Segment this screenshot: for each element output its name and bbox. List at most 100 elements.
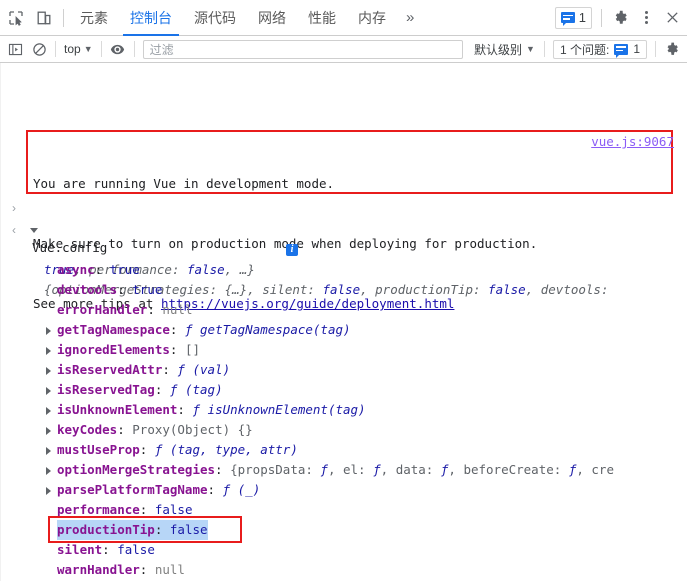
function-symbol: ƒ <box>222 482 231 497</box>
object-property-row[interactable]: parsePlatformTagName: ƒ (_) <box>0 480 687 500</box>
console-messages-area[interactable]: You are running Vue in development mode.… <box>0 63 687 581</box>
expand-triangle[interactable] <box>46 360 54 380</box>
property-colon: : <box>207 482 216 497</box>
tab-network-label: 网络 <box>258 9 286 26</box>
function-symbol: ƒ <box>177 362 185 377</box>
expand-triangle[interactable] <box>46 480 54 500</box>
property-colon: : <box>215 462 223 477</box>
property-colon: : <box>169 322 178 337</box>
more-vertical-icon[interactable] <box>633 4 659 32</box>
tab-memory[interactable]: 内存 <box>347 0 397 36</box>
object-property-row[interactable]: isUnknownElement: ƒ isUnknownElement(tag… <box>0 400 687 420</box>
toolbar-divider-5 <box>655 41 656 57</box>
clear-console-icon[interactable] <box>27 37 51 61</box>
property-entry: isReservedAttr: ƒ (val) <box>57 360 230 380</box>
object-property-row[interactable]: ignoredElements: [] <box>0 340 687 360</box>
tab-overflow-button[interactable]: » <box>397 9 423 26</box>
property-colon: : <box>94 262 103 277</box>
tab-sources[interactable]: 源代码 <box>183 0 247 36</box>
expand-triangle-open[interactable] <box>30 222 41 242</box>
property-value: false <box>117 542 155 557</box>
gear-icon-2[interactable] <box>660 37 684 61</box>
expand-triangle[interactable] <box>46 400 54 420</box>
input-arrow-icon: › <box>12 201 16 215</box>
toolbar-divider-4 <box>543 41 545 57</box>
execution-context-value: top <box>64 42 81 56</box>
console-command-row: › Vue.config <box>0 198 687 255</box>
property-entry: keyCodes: Proxy(Object) {} <box>57 420 253 440</box>
expand-triangle[interactable] <box>46 440 54 460</box>
issues-badge-button[interactable]: 1 <box>554 6 592 29</box>
tab-sources-label: 源代码 <box>194 9 236 26</box>
property-colon: : <box>169 342 178 357</box>
property-value: getTagNamespace(tag) <box>200 322 351 337</box>
expand-triangle[interactable] <box>46 420 54 440</box>
property-entry: devtools: true <box>57 280 162 300</box>
object-property-row[interactable]: isReservedTag: ƒ (tag) <box>0 380 687 400</box>
property-name: errorHandler <box>57 302 148 317</box>
function-symbol: ƒ <box>192 402 201 417</box>
execution-context-select[interactable]: top ▼ <box>60 42 97 56</box>
gear-icon[interactable] <box>607 4 633 32</box>
object-property-row[interactable]: optionMergeStrategies: {propsData: ƒ, el… <box>0 460 687 480</box>
object-property-row[interactable]: mustUseProp: ƒ (tag, type, attr) <box>0 440 687 460</box>
property-entry: getTagNamespace: ƒ getTagNamespace(tag) <box>57 320 351 340</box>
object-property-row[interactable]: warnHandler: null <box>0 560 687 580</box>
chevron-down-icon-2: ▼ <box>526 44 535 54</box>
object-property-row[interactable]: errorHandler: null <box>0 300 687 320</box>
inspect-element-icon[interactable] <box>2 4 30 32</box>
object-property-row[interactable]: isReservedAttr: ƒ (val) <box>0 360 687 380</box>
property-name: optionMergeStrategies <box>57 462 216 477</box>
property-entry: errorHandler: null <box>57 300 192 320</box>
object-property-row[interactable]: async: true <box>0 260 687 280</box>
tab-console[interactable]: 控制台 <box>119 0 183 36</box>
devtools-tabbar: 元素 控制台 源代码 网络 性能 内存 » 1 <box>0 0 687 36</box>
object-property-row[interactable]: devtools: true <box>0 280 687 300</box>
tab-performance-label: 性能 <box>308 9 336 26</box>
issues-summary-label: 1 个问题: <box>559 42 610 57</box>
issues-summary-button[interactable]: 1 个问题: 1 <box>552 39 647 59</box>
warning-source-link[interactable]: vue.js:9067 <box>591 134 674 149</box>
output-arrow-icon: ‹ <box>12 223 16 237</box>
info-icon[interactable]: i <box>286 244 298 256</box>
property-colon: : <box>117 422 125 437</box>
property-entry: async: true <box>57 260 140 280</box>
filter-input[interactable]: 过滤 <box>142 39 464 59</box>
device-toolbar-icon[interactable] <box>30 4 58 32</box>
property-entry: mustUseProp: ƒ (tag, type, attr) <box>57 440 298 460</box>
live-expression-eye-icon[interactable] <box>106 37 130 61</box>
issues-summary-count: 1 <box>633 42 640 56</box>
tab-console-label: 控制台 <box>130 9 172 26</box>
expand-triangle[interactable] <box>46 460 54 480</box>
devtools-tabs: 元素 控制台 源代码 网络 性能 内存 » <box>69 0 423 36</box>
property-name: mustUseProp <box>57 442 140 457</box>
expand-triangle[interactable] <box>46 340 54 360</box>
property-value: Proxy(Object) {} <box>132 422 253 437</box>
object-property-row[interactable]: getTagNamespace: ƒ getTagNamespace(tag) <box>0 320 687 340</box>
expand-triangle[interactable] <box>46 380 54 400</box>
console-sidebar-icon[interactable] <box>3 37 27 61</box>
tab-performance[interactable]: 性能 <box>297 0 347 36</box>
property-name: isReservedAttr <box>57 362 163 377</box>
expand-triangle[interactable] <box>46 320 54 340</box>
toolbar-divider-1 <box>55 41 56 57</box>
log-level-select[interactable]: 默认级别 ▼ <box>469 41 540 58</box>
message-bubble-icon-2 <box>614 43 629 58</box>
property-name: performance <box>57 502 140 517</box>
function-symbol: ƒ <box>169 382 178 397</box>
tab-network[interactable]: 网络 <box>247 0 297 36</box>
property-value: false <box>154 502 193 517</box>
toolbar-divider-2 <box>100 41 102 57</box>
property-colon: : <box>162 362 170 377</box>
tab-memory-label: 内存 <box>358 9 386 26</box>
object-property-row[interactable]: silent: false <box>0 540 687 560</box>
property-value: [] <box>184 342 201 357</box>
tab-elements[interactable]: 元素 <box>69 0 119 36</box>
console-result-row: ‹ {optionMergeStrategies: {…}, silent: f… <box>0 220 687 297</box>
property-entry: optionMergeStrategies: {propsData: ƒ, el… <box>57 460 614 480</box>
close-icon[interactable] <box>659 4 685 32</box>
kebab-dots <box>644 11 648 24</box>
object-property-row[interactable]: keyCodes: Proxy(Object) {} <box>0 420 687 440</box>
function-symbol: ƒ <box>184 322 193 337</box>
property-name: getTagNamespace <box>57 322 170 337</box>
